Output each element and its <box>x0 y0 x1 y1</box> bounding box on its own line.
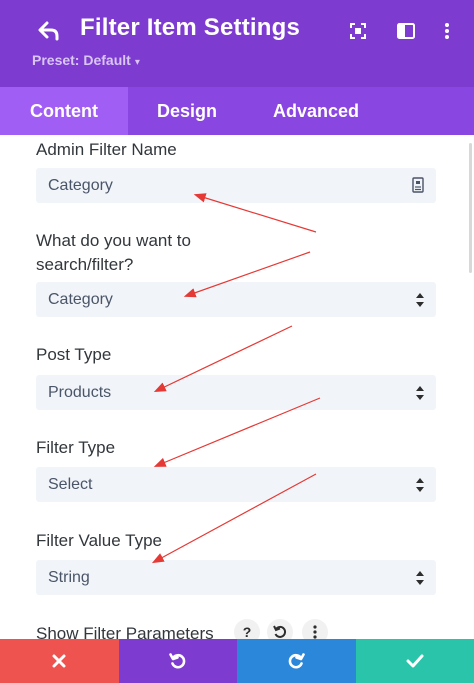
discard-button[interactable] <box>0 639 119 683</box>
filter-type-select[interactable]: Select <box>36 467 436 502</box>
select-arrows-icon <box>416 386 424 400</box>
select-arrows-icon <box>416 293 424 307</box>
filter-value-type-label: Filter Value Type <box>36 531 162 550</box>
undo-button[interactable] <box>118 639 237 683</box>
undo-icon <box>168 653 186 669</box>
search-filter-label: What do you want to search/filter? <box>36 229 191 277</box>
post-type-label: Post Type <box>36 345 112 364</box>
filter-type-label: Filter Type <box>36 438 116 457</box>
preset-label: Preset: Default <box>32 52 131 68</box>
help-icon[interactable]: ? <box>234 619 260 639</box>
admin-filter-name-value: Category <box>48 177 113 194</box>
post-type-select[interactable]: Products <box>36 375 436 410</box>
post-type-value: Products <box>48 384 112 401</box>
modal-title: Filter Item Settings <box>80 14 301 41</box>
close-icon <box>52 654 66 668</box>
settings-tabs: Content Design Advanced <box>0 87 474 135</box>
search-filter-select[interactable]: Category <box>36 282 436 317</box>
select-arrows-icon <box>416 571 424 585</box>
settings-content: Admin Filter Name Category What do you w… <box>0 135 474 639</box>
save-button[interactable] <box>355 639 474 683</box>
more-vertical-icon[interactable] <box>434 18 460 44</box>
tab-advanced[interactable]: Advanced <box>246 87 386 135</box>
modal-header: Filter Item Settings Preset: Default ▾ <box>0 0 474 87</box>
admin-filter-name-input[interactable]: Category <box>36 168 436 203</box>
search-filter-value: Category <box>48 291 113 308</box>
reset-icon[interactable] <box>267 619 293 639</box>
scrollbar[interactable] <box>469 143 472 273</box>
search-filter-label-line1: What do you want to <box>36 231 191 250</box>
redo-icon <box>288 653 306 669</box>
show-filter-parameters-label: Show Filter Parameters <box>36 624 214 639</box>
preset-dropdown[interactable]: Preset: Default ▾ <box>32 52 140 68</box>
caret-down-icon: ▾ <box>134 57 140 68</box>
select-arrows-icon <box>416 478 424 492</box>
more-vertical-icon[interactable] <box>302 619 328 639</box>
action-bar <box>0 639 474 683</box>
back-arrow-icon[interactable] <box>34 16 64 46</box>
redo-button[interactable] <box>237 639 356 683</box>
dynamic-content-icon[interactable] <box>412 177 424 193</box>
filter-type-value: Select <box>48 476 93 493</box>
focus-icon[interactable] <box>345 18 371 44</box>
tab-content[interactable]: Content <box>0 87 128 135</box>
check-icon <box>406 654 424 668</box>
filter-value-type-value: String <box>48 569 90 586</box>
sidebar-layout-icon[interactable] <box>393 18 419 44</box>
filter-value-type-select[interactable]: String <box>36 560 436 595</box>
admin-filter-name-label: Admin Filter Name <box>36 140 177 159</box>
tab-design[interactable]: Design <box>128 87 246 135</box>
search-filter-label-line2: search/filter? <box>36 255 134 274</box>
